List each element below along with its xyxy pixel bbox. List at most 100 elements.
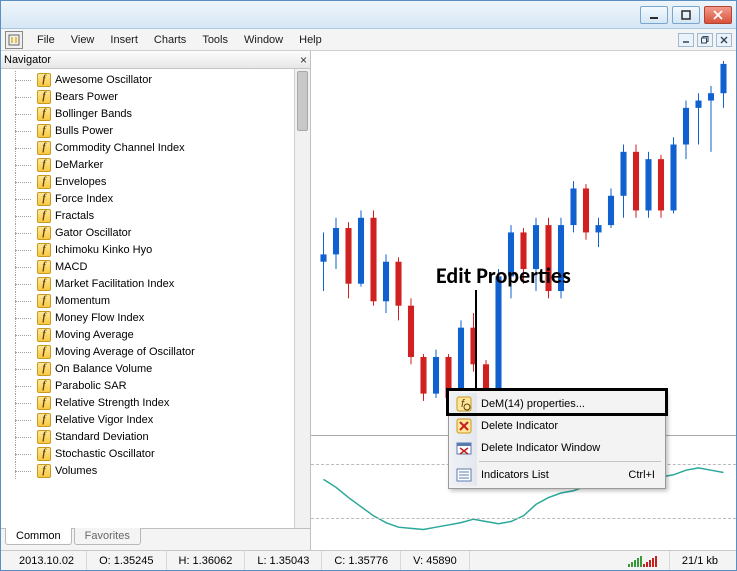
app-window: FileViewInsertChartsToolsWindowHelp Navi… (0, 0, 737, 571)
indicator-item[interactable]: fMACD (1, 258, 294, 275)
menu-view[interactable]: View (63, 31, 103, 49)
indicator-item[interactable]: f Gator Oscillator (1, 224, 294, 241)
indicator-item[interactable]: f Bears Power (1, 88, 294, 105)
cm-delete-window[interactable]: Delete Indicator Window (451, 437, 663, 459)
indicator-label: Relative Vigor Index (55, 414, 153, 426)
indicator-item[interactable]: fMomentum (1, 292, 294, 309)
indicator-item[interactable]: fVolumes (1, 462, 294, 479)
navigator-panel: Navigator × fAwesome OscillatorfBears Po… (1, 51, 311, 550)
function-icon: f (37, 90, 51, 104)
function-icon: f (37, 73, 51, 87)
cm-indicators-list[interactable]: Indicators List Ctrl+I (451, 464, 663, 486)
maximize-button[interactable] (672, 6, 700, 24)
mdi-close-button[interactable] (716, 33, 732, 47)
mdi-restore-button[interactable] (697, 33, 713, 47)
menu-help[interactable]: Help (291, 31, 330, 49)
sb-connection (616, 551, 670, 570)
indicator-label: Commodity Channel Index (55, 142, 185, 154)
indicator-item[interactable]: f Force Index (1, 190, 294, 207)
indicator-label: Force Index (55, 193, 113, 205)
indicator-tree: fAwesome OscillatorfBears PowerfBollinge… (1, 69, 294, 528)
menu-insert[interactable]: Insert (102, 31, 146, 49)
indicator-item[interactable]: fCommodity Channel Index (1, 139, 294, 156)
tab-common[interactable]: Common (5, 528, 72, 545)
annotation-label: Edit Properties (436, 262, 571, 289)
mdi-minimize-button[interactable] (678, 33, 694, 47)
function-icon: f (37, 192, 51, 206)
function-icon: f (37, 430, 51, 444)
indicator-item[interactable]: fDeMarker (1, 156, 294, 173)
navigator-close-icon[interactable]: × (300, 53, 307, 67)
sb-high: H: 1.36062 (167, 551, 246, 570)
cm-properties[interactable]: f DeM(14) properties... (451, 393, 663, 415)
indicator-item[interactable]: fFractals (1, 207, 294, 224)
indicator-item[interactable]: f Bulls Power (1, 122, 294, 139)
indicator-ref-lower (311, 518, 736, 519)
indicator-label: Envelopes (55, 176, 106, 188)
annotation-connector (475, 290, 477, 396)
indicator-label: Bollinger Bands (55, 108, 132, 120)
indicator-item[interactable]: fOn Balance Volume (1, 360, 294, 377)
indicator-item[interactable]: fRelative Strength Index (1, 394, 294, 411)
navigator-scrollbar[interactable] (294, 69, 310, 528)
menu-charts[interactable]: Charts (146, 31, 194, 49)
menu-file[interactable]: File (29, 31, 63, 49)
function-icon: f (37, 294, 51, 308)
sb-open: O: 1.35245 (87, 551, 166, 570)
function-icon: f (37, 226, 51, 240)
navigator-title: Navigator (4, 54, 51, 66)
function-icon: f (37, 311, 51, 325)
navigator-tabs: Common Favorites (1, 528, 310, 550)
cm-indicators-shortcut: Ctrl+I (628, 469, 663, 481)
function-icon: f (37, 124, 51, 138)
menu-window[interactable]: Window (236, 31, 291, 49)
cm-delete-indicator[interactable]: Delete Indicator (451, 415, 663, 437)
titlebar (1, 1, 736, 29)
function-icon: f (37, 260, 51, 274)
function-icon: f (37, 447, 51, 461)
indicator-item[interactable]: fMoney Flow Index (1, 309, 294, 326)
indicator-item[interactable]: f Relative Vigor Index (1, 411, 294, 428)
indicator-label: Stochastic Oscillator (55, 448, 155, 460)
chart-area[interactable]: Edit Properties f DeM(14) properties... … (311, 51, 736, 550)
connection-bars-icon (628, 555, 657, 567)
indicator-label: Bears Power (55, 91, 118, 103)
cm-indicators-list-label: Indicators List (481, 469, 549, 481)
function-icon: f (37, 379, 51, 393)
indicator-label: Standard Deviation (55, 431, 149, 443)
indicator-item[interactable]: fEnvelopes (1, 173, 294, 190)
indicator-item[interactable]: fIchimoku Kinko Hyo (1, 241, 294, 258)
function-icon: f (37, 328, 51, 342)
cm-separator (479, 461, 661, 462)
indicator-label: Bulls Power (55, 125, 113, 137)
cm-properties-label: DeM(14) properties... (481, 398, 585, 410)
indicator-item[interactable]: fParabolic SAR (1, 377, 294, 394)
minimize-button[interactable] (640, 6, 668, 24)
function-icon: f (37, 413, 51, 427)
indicators-list-icon (456, 467, 472, 483)
indicator-item[interactable]: fBollinger Bands (1, 105, 294, 122)
tab-favorites[interactable]: Favorites (74, 528, 141, 545)
navigator-header: Navigator × (1, 51, 310, 69)
statusbar: 2013.10.02 O: 1.35245 H: 1.36062 L: 1.35… (1, 550, 736, 570)
function-icon: f (37, 362, 51, 376)
delete-indicator-icon (456, 418, 472, 434)
indicator-item[interactable]: f Standard Deviation (1, 428, 294, 445)
function-icon: f (37, 396, 51, 410)
indicator-label: Moving Average of Oscillator (55, 346, 195, 358)
scrollbar-thumb[interactable] (297, 71, 308, 131)
close-button[interactable] (704, 6, 732, 24)
indicator-item[interactable]: fMoving Average of Oscillator (1, 343, 294, 360)
indicator-item[interactable]: fAwesome Oscillator (1, 71, 294, 88)
sb-close: C: 1.35776 (322, 551, 401, 570)
function-icon: f (37, 464, 51, 478)
indicator-label: Gator Oscillator (55, 227, 131, 239)
function-icon: f (37, 277, 51, 291)
menu-tools[interactable]: Tools (194, 31, 236, 49)
properties-icon: f (456, 396, 472, 412)
indicator-item[interactable]: fMarket Facilitation Index (1, 275, 294, 292)
sb-traffic: 21/1 kb (670, 551, 730, 570)
indicator-item[interactable]: fMoving Average (1, 326, 294, 343)
indicator-item[interactable]: f Stochastic Oscillator (1, 445, 294, 462)
function-icon: f (37, 209, 51, 223)
